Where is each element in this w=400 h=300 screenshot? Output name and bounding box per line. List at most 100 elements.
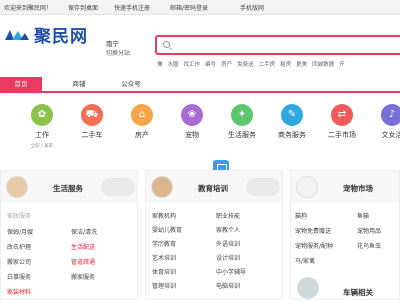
education-link[interactable]: 婴幼儿教育 <box>152 225 182 234</box>
education-link[interactable]: 学历教育 <box>152 239 176 248</box>
panel-title: 宠物市场 <box>343 184 373 193</box>
service-link[interactable]: 保姆/月嫂 <box>7 227 33 236</box>
mobile-version-link[interactable]: 手机版网 <box>240 3 264 12</box>
switch-city-link[interactable]: 切换分站 <box>106 48 130 57</box>
save-desktop-link[interactable]: 保存到桌面 <box>68 3 98 12</box>
tab-shops[interactable]: 商铺 <box>58 77 100 91</box>
category-label: 生活服务 <box>228 131 256 139</box>
pet-link[interactable]: 花鸟鱼虫 <box>357 241 381 250</box>
service-link[interactable]: 白事服务 <box>7 272 31 281</box>
education-link[interactable]: 体育培训 <box>152 267 176 276</box>
cloud-decoration <box>246 178 280 196</box>
education-link[interactable]: 职业技能 <box>216 211 240 220</box>
education-link[interactable]: 家教机构 <box>152 211 176 220</box>
car-icon: ⛟ <box>81 104 103 126</box>
life-service-panel: 生活服务 家政服务 保姆/月嫂 保洁/清洗改衣护理 生活配送搬家公司 管道疏通白事服务… <box>0 170 138 300</box>
pet-link[interactable]: 马/家禽 <box>295 256 315 265</box>
cloud-decoration <box>101 178 135 196</box>
briefcase-icon: ✿ <box>31 104 53 126</box>
education-link[interactable]: 中小学辅导 <box>216 267 246 276</box>
tab-home[interactable]: 首页 <box>0 77 42 91</box>
culture-icon: ♪ <box>381 104 400 126</box>
hot-keyword-link[interactable]: 找工作 <box>184 62 201 68</box>
pet-link[interactable]: 猫狗 <box>295 211 307 220</box>
hot-keyword-link[interactable]: 二手房 <box>259 62 276 68</box>
panel-header: 宠物市场 <box>291 171 399 203</box>
panel-title: 生活服务 <box>53 184 83 193</box>
education-panel: 教育培训 家教机构 职业技能婴幼儿教育 家教个人学历教育 外语培训艺术培训 设计培训体育… <box>145 170 283 300</box>
search-input[interactable] <box>155 35 400 55</box>
pet-icon: ❀ <box>181 104 203 126</box>
pet-link[interactable]: 鱼猫 <box>357 211 369 220</box>
education-link[interactable]: 电脑培训 <box>216 281 240 290</box>
hot-keyword-link[interactable]: 租房 <box>280 62 291 68</box>
welcome-text: 欢迎来到聚民网！ <box>4 5 53 12</box>
category-label: 宠物 <box>185 131 199 139</box>
hot-keyword-link[interactable]: 开 <box>339 62 345 68</box>
education-link[interactable]: 管理培训 <box>152 281 176 290</box>
education-link[interactable]: 外语培训 <box>216 239 240 248</box>
category-business[interactable]: ✎ 商务服务 <box>266 104 318 143</box>
hot-keyword-link[interactable]: 水圈 <box>168 62 179 68</box>
hot-keyword-link[interactable]: 编号 <box>205 62 216 68</box>
category-house[interactable]: ⌂ 房产 <box>116 104 168 143</box>
category-car[interactable]: ⛟ 二手车 <box>66 104 118 143</box>
main-nav: 首页 商铺 公众号 <box>0 77 400 93</box>
dog-avatar <box>296 176 318 198</box>
education-link[interactable]: 艺术培训 <box>152 253 176 262</box>
category-label: 二手市场 <box>328 131 356 139</box>
category-service[interactable]: ✦ 生活服务 <box>216 104 268 143</box>
education-link[interactable]: 家教个人 <box>216 225 240 234</box>
category-label: 工作 <box>35 131 49 139</box>
education-link[interactable]: 设计培训 <box>216 253 240 262</box>
car-section-title: 车辆相关 <box>343 288 373 297</box>
service-link[interactable]: 生活配送 <box>71 242 95 251</box>
pet-link[interactable]: 宠物服务/配种 <box>295 241 333 250</box>
service-link[interactable]: 搬家公司 <box>7 257 31 266</box>
panel-header: 教育培训 <box>146 171 282 203</box>
service-link[interactable]: 家装材料 <box>7 287 31 296</box>
category-label: 二手车 <box>81 131 103 139</box>
hot-keyword-link[interactable]: 免费送 <box>237 62 254 68</box>
pet-link[interactable]: 宠物用品 <box>357 226 381 235</box>
business-icon: ✎ <box>281 104 303 126</box>
market-icon: ⇄ <box>331 104 353 126</box>
logo-text: 聚民网 <box>34 27 88 47</box>
hot-keyword-link[interactable]: 兼 <box>157 62 163 68</box>
category-market[interactable]: ⇄ 二手市场 <box>316 104 368 143</box>
service-link[interactable]: 保洁/清洗 <box>71 227 97 236</box>
service-link[interactable]: 搬家服务 <box>71 272 95 281</box>
hot-keyword-link[interactable]: 同城数据 <box>312 62 334 68</box>
current-city[interactable]: 南宁 <box>106 38 119 48</box>
email-login-link[interactable]: 邮箱/密码登录 <box>170 3 208 12</box>
category-sub: 全职 / 兼职 <box>30 144 54 149</box>
mobile-register-link[interactable]: 快速手机注册 <box>114 3 150 12</box>
hot-keywords: 兼水圈 找工作 编号 房产 免费送 二手房 租房 更美 同城数据开 <box>157 60 350 68</box>
category-row: ✿ 工作全职 / 兼职 ⛟ 二手车 ⌂ 房产 ❀ 宠物 ✦ 生活服务 ✎ 商务服务 ⇄ 二手市场 ♪ 文女活 <box>0 104 400 160</box>
top-bar: 欢迎来到聚民网！ 保存到桌面 快速手机注册 邮箱/密码登录 手机版网 <box>0 0 400 15</box>
panel-heading: 家政服务 <box>7 213 32 220</box>
logo-mark-icon <box>5 30 29 40</box>
service-link[interactable]: 管道疏通 <box>71 257 95 266</box>
panel-header: 生活服务 <box>1 171 137 203</box>
category-briefcase[interactable]: ✿ 工作全职 / 兼职 <box>16 104 68 149</box>
category-label: 商务服务 <box>278 131 306 139</box>
avatar <box>6 176 28 198</box>
pet-link[interactable]: 宠物免费赠送 <box>295 226 331 235</box>
service-link[interactable]: 改衣护理 <box>7 242 31 251</box>
search-icon <box>163 41 170 48</box>
category-label: 文女活 <box>381 131 400 139</box>
category-label: 房产 <box>135 131 149 139</box>
avatar <box>151 176 173 198</box>
car-avatar <box>297 277 319 299</box>
panel-title: 教育培训 <box>198 184 228 193</box>
hot-keyword-link[interactable]: 房产 <box>221 62 232 68</box>
service-icon: ✦ <box>231 104 253 126</box>
site-logo[interactable]: 聚民网 <box>4 24 104 48</box>
category-pet[interactable]: ❀ 宠物 <box>166 104 218 143</box>
tab-wechat[interactable]: 公众号 <box>110 77 152 91</box>
pet-panel: 宠物市场 猫狗 鱼猫宠物免费赠送 宠物用品宠物服务/配种 花鸟鱼虫马/家禽 车辆相关 <box>290 170 400 300</box>
category-culture[interactable]: ♪ 文女活 <box>366 104 400 143</box>
hot-keyword-link[interactable]: 更美 <box>296 62 307 68</box>
house-icon: ⌂ <box>131 104 153 126</box>
